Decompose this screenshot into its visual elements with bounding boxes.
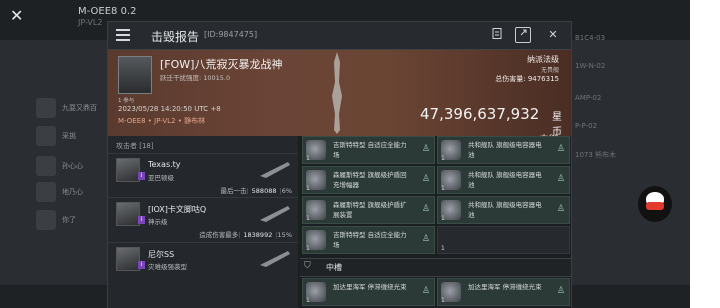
background-system-name: M-OEE8 0.2 <box>78 6 137 17</box>
attackers-label: 攻击者 [18] <box>116 142 154 150</box>
ship-icon <box>260 206 290 222</box>
attacker-name: [IOX]卡文脚咕Q <box>148 205 207 214</box>
background-character-list: 九耍又鼎百 采挑 孙心心 地乃心 你了 <box>0 40 115 290</box>
list-item: 地乃心 <box>8 182 108 204</box>
tier-badge: i <box>138 261 145 269</box>
kill-timestamp: 2023/05/28 14:20:50 UTC +8 <box>118 105 221 113</box>
fit-status-icon: ♙ <box>556 174 565 184</box>
ship-icon <box>260 162 290 178</box>
fit-status-icon: ♙ <box>556 204 565 214</box>
participation-caption: 1 参与 <box>118 98 135 104</box>
attacker-row[interactable]: i Texas.ty 亚巴顿级 最后一击| 588088 |6% <box>108 153 298 198</box>
fit-status-icon: ♙ <box>421 174 430 184</box>
background-system-list: B1C4-03 1W-N-02 AMP-02 P-P-02 1073 熊布木 <box>575 34 617 159</box>
victim-standing: 跃迁干扰强度: 10015.0 <box>160 74 231 82</box>
ship-silhouette <box>330 52 344 134</box>
list-item: 你了 <box>8 210 108 232</box>
attackers-panel: 攻击者 [18] i Texas.ty 亚巴顿级 最后一击| 588088 |6% … <box>108 136 298 308</box>
victim-ship-class: 纳派法级 <box>527 55 559 64</box>
avatar <box>36 210 56 230</box>
close-icon[interactable]: ✕ <box>10 6 23 25</box>
attacker-row[interactable]: i 尼尔SS 灾难级强袭型 <box>108 242 298 287</box>
tier-badge: i <box>138 172 145 180</box>
attacker-ship: 神示级 <box>148 218 168 226</box>
module-slot[interactable]: 1 吉斯特特型 自适应全能力场 ♙ <box>302 136 435 164</box>
share-icon[interactable] <box>515 27 531 43</box>
fit-status-icon: ♙ <box>421 144 430 154</box>
list-item: 孙心心 <box>8 156 108 178</box>
fitting-panel: 1 吉斯特特型 自适应全能力场 ♙ 1 共和舰队 旗舰级电容器电池 ♙ 1 森履斯特型 旗… <box>300 136 571 308</box>
fit-status-icon: ♙ <box>556 144 565 154</box>
fit-status-icon: ♙ <box>421 286 430 296</box>
attacker-name: Texas.ty <box>148 160 181 169</box>
shield-icon: ⛉ <box>304 261 311 271</box>
avatar <box>36 98 56 118</box>
victim-ship-type: 无畏舰 <box>540 67 559 74</box>
module-slot[interactable]: 1 加达里海军 停滞缠绕光束 ♙ <box>302 278 435 306</box>
kill-location[interactable]: M-OEE8 • JP-VL2 • 静布林 <box>118 116 205 126</box>
qq-floating-icon[interactable] <box>638 186 672 222</box>
module-slot[interactable]: 1 共和舰队 旗舰级电容器电池 ♙ <box>437 136 570 164</box>
total-damage: 总伤害量: 9476315 <box>495 75 559 83</box>
tier-badge: i <box>138 216 145 224</box>
fit-status-icon: ♙ <box>421 234 430 244</box>
attacker-ship: 亚巴顿级 <box>148 174 174 182</box>
ship-icon <box>260 251 290 267</box>
fit-status-icon: ♙ <box>556 286 565 296</box>
victim-header: [FOW]八荒寂灭暴龙战神 跃迁干扰强度: 10015.0 纳派法级 无畏舰 无… <box>108 50 571 146</box>
attacker-name: 尼尔SS <box>148 250 175 259</box>
attacker-row[interactable]: i [IOX]卡文脚咕Q 神示级 造成伤害最多| 1838992 |15% <box>108 197 298 242</box>
clipboard-icon[interactable] <box>489 27 505 43</box>
dialog-title: 击毁报告 <box>151 30 200 44</box>
section-title: 中槽 <box>326 263 342 272</box>
avatar <box>116 247 140 271</box>
empty-slot: 1 <box>437 226 570 254</box>
list-item: 九耍又鼎百 <box>8 98 108 120</box>
list-item: 采挑 <box>8 126 108 148</box>
avatar <box>36 182 56 202</box>
killboard-app: ✕ M-OEE8 0.2 JP-VL2 九耍又鼎百 采挑 孙心心 地乃心 你了 … <box>0 0 690 308</box>
mid-slot-header: ⛉ 中槽 <box>300 258 571 277</box>
attacker-ship: 灾难级强袭型 <box>148 263 187 271</box>
kill-id: [ID:9847475] <box>204 30 258 39</box>
module-slot[interactable]: 1 森履斯特型 旗舰级护盾回充增幅器 ♙ <box>302 166 435 194</box>
avatar <box>36 156 56 176</box>
background-subtitle: JP-VL2 <box>78 18 103 27</box>
module-slot[interactable]: 1 共和舰队 旗舰级电容器电池 ♙ <box>437 196 570 224</box>
victim-pilot-name[interactable]: [FOW]八荒寂灭暴龙战神 <box>160 56 282 72</box>
menu-icon[interactable] <box>116 29 130 41</box>
fit-status-icon: ♙ <box>421 204 430 214</box>
victim-portrait <box>118 56 152 94</box>
module-slot[interactable]: 1 吉斯特特型 自适应全能力场 ♙ <box>302 226 435 254</box>
avatar <box>116 158 140 182</box>
close-icon[interactable]: ✕ <box>545 27 561 43</box>
isk-value: 47,396,637,932 <box>420 105 540 123</box>
avatar <box>116 202 140 226</box>
module-slot[interactable]: 1 共和舰队 旗舰级电容器电池 ♙ <box>437 166 570 194</box>
attacker-meta: 最后一击| 588088 |6% <box>220 187 292 195</box>
module-slot[interactable]: 1 加达里海军 停滞缠绕光束 ♙ <box>437 278 570 306</box>
module-slot[interactable]: 1 森履斯特型 旗舰级护盾扩展装置 ♙ <box>302 196 435 224</box>
avatar <box>36 126 56 146</box>
attacker-meta: 造成伤害最多| 1838992 |15% <box>199 231 292 239</box>
dialog-titlebar: 击毁报告 [ID:9847475] ✕ <box>108 22 571 50</box>
kill-report-dialog: 击毁报告 [ID:9847475] ✕ [FOW]八荒寂灭暴龙战神 跃迁干扰强度… <box>107 21 572 308</box>
